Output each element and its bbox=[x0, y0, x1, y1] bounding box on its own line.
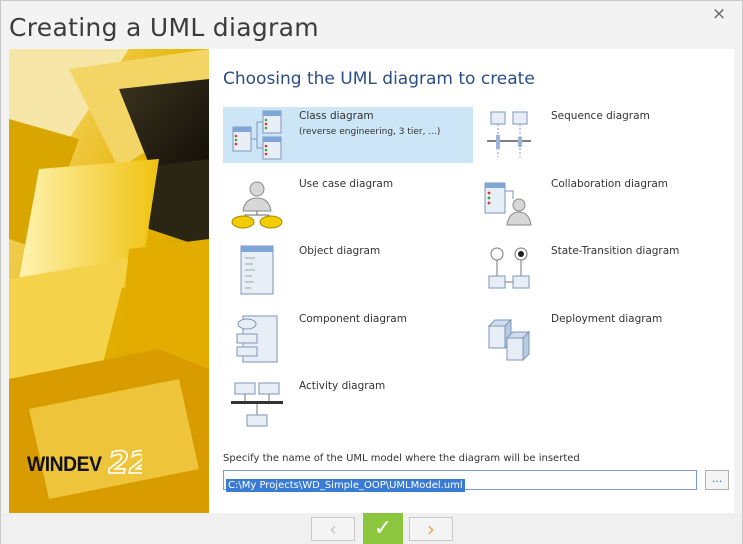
next-button[interactable]: › bbox=[409, 517, 453, 541]
option-use-case-diagram[interactable]: Use case diagram bbox=[223, 175, 473, 231]
option-label: Component diagram bbox=[299, 313, 407, 325]
option-state-transition-diagram[interactable]: State-Transition diagram bbox=[475, 242, 725, 298]
sequence-diagram-icon bbox=[487, 111, 531, 157]
use-case-diagram-icon bbox=[231, 181, 283, 229]
title-bar: Creating a UML diagram × bbox=[1, 1, 742, 49]
browse-button[interactable]: ... bbox=[705, 470, 729, 490]
option-label: Object diagram bbox=[299, 245, 381, 257]
previous-button[interactable]: ‹ bbox=[311, 517, 355, 541]
option-label: Deployment diagram bbox=[551, 313, 663, 325]
deployment-diagram-icon bbox=[487, 318, 531, 362]
option-class-diagram[interactable]: Class diagram (reverse engineering, 3 ti… bbox=[223, 107, 473, 163]
ok-button[interactable]: ✓ bbox=[363, 513, 403, 544]
wizard-side-image: WINDEV 22 bbox=[9, 49, 209, 513]
logo-text: WINDEV bbox=[27, 453, 102, 476]
checkmark-icon: ✓ bbox=[373, 516, 393, 541]
option-label: State-Transition diagram bbox=[551, 245, 680, 257]
option-label: Collaboration diagram bbox=[551, 178, 668, 190]
collaboration-diagram-icon bbox=[484, 182, 532, 226]
option-component-diagram[interactable]: Component diagram bbox=[223, 310, 473, 366]
chevron-left-icon: ‹ bbox=[329, 517, 337, 541]
model-path-value: C:\My Projects\WD_Simple_OOP\UMLModel.um… bbox=[226, 479, 465, 492]
option-label: Use case diagram bbox=[299, 178, 394, 190]
windev-logo: WINDEV 22 bbox=[27, 445, 142, 477]
class-diagram-icon bbox=[232, 110, 282, 160]
component-diagram-icon bbox=[236, 315, 278, 363]
dialog-title: Creating a UML diagram bbox=[9, 13, 319, 42]
close-icon: × bbox=[711, 4, 727, 24]
model-path-label: Specify the name of the UML model where … bbox=[223, 453, 580, 464]
option-label: Sequence diagram bbox=[551, 110, 650, 122]
object-diagram-icon bbox=[240, 245, 274, 295]
option-object-diagram[interactable]: Object diagram bbox=[223, 242, 473, 298]
section-heading: Choosing the UML diagram to create bbox=[223, 69, 535, 89]
activity-diagram-icon bbox=[231, 382, 283, 427]
option-deployment-diagram[interactable]: Deployment diagram bbox=[475, 310, 725, 366]
close-button[interactable]: × bbox=[706, 3, 732, 25]
wizard-navigation-bar: ‹ ✓ › bbox=[1, 513, 742, 544]
option-label: Class diagram bbox=[299, 110, 374, 122]
option-label: Activity diagram bbox=[299, 380, 386, 392]
option-sublabel: (reverse engineering, 3 tier, ...) bbox=[299, 127, 441, 137]
option-sequence-diagram[interactable]: Sequence diagram bbox=[475, 107, 725, 163]
wizard-content: Choosing the UML diagram to create Class… bbox=[209, 49, 734, 513]
dialog-window: Creating a UML diagram × WINDEV 2 Choosi… bbox=[0, 0, 743, 544]
option-collaboration-diagram[interactable]: Collaboration diagram bbox=[475, 175, 725, 231]
option-activity-diagram[interactable]: Activity diagram bbox=[223, 377, 473, 433]
version-number: 22 bbox=[108, 446, 142, 477]
version-22-logo: 22 bbox=[108, 445, 142, 477]
chevron-right-icon: › bbox=[427, 517, 435, 541]
model-path-input[interactable]: C:\My Projects\WD_Simple_OOP\UMLModel.um… bbox=[223, 470, 697, 492]
abstract-yellow-background bbox=[9, 49, 209, 513]
state-transition-diagram-icon bbox=[488, 247, 530, 289]
